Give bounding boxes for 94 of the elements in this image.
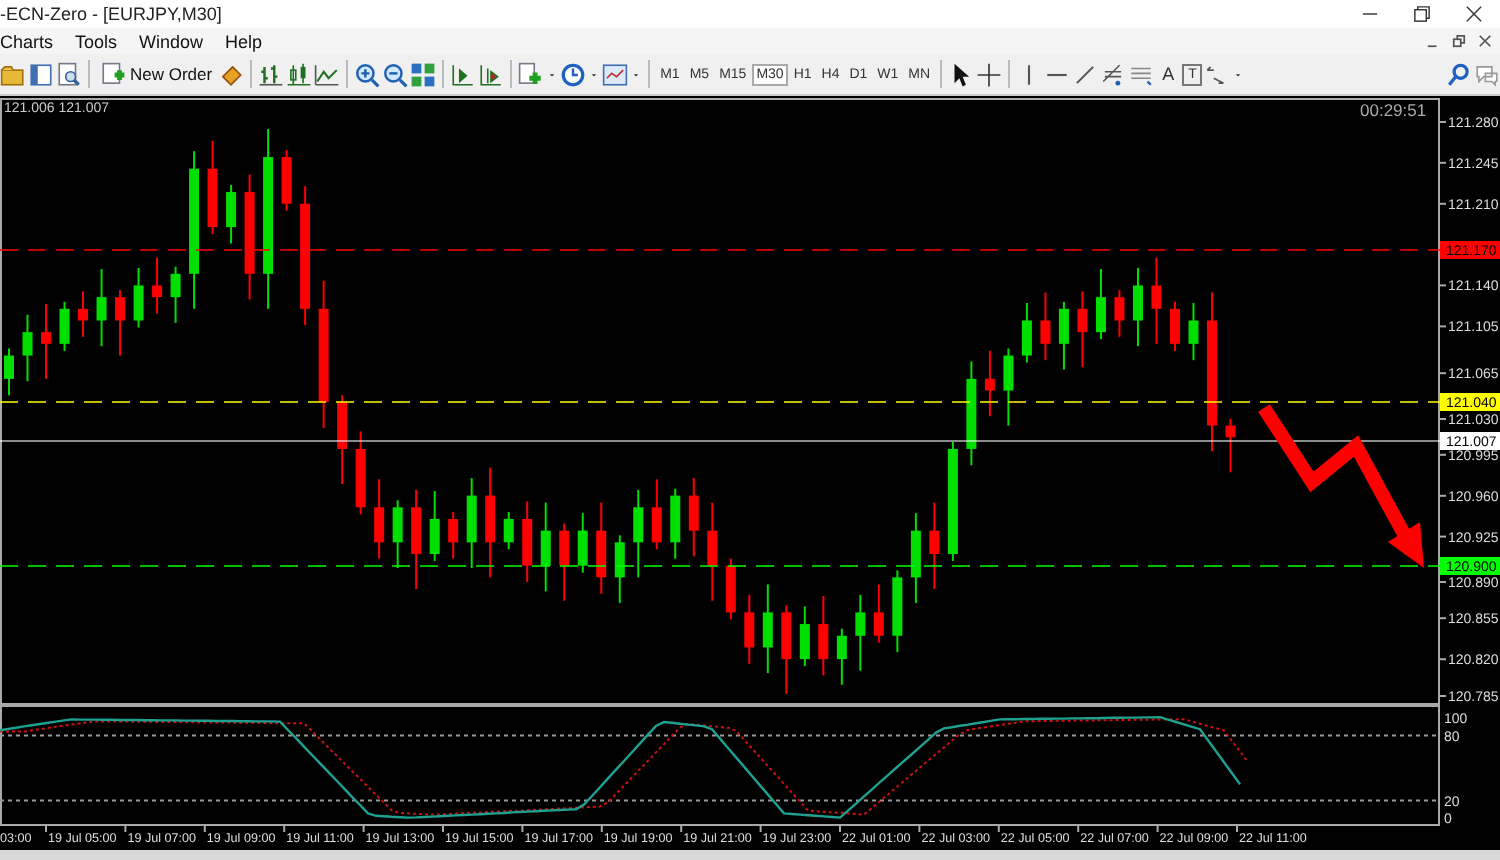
restore-icon[interactable] [1452,34,1466,48]
candlestick [577,512,588,574]
menu-item[interactable]: Tools [75,31,118,51]
countdown-timer: 00:29:51 [1360,100,1427,120]
candlestick-icon[interactable] [286,61,313,87]
candlestick [596,501,607,595]
chat-icon[interactable] [1474,61,1500,87]
candlestick [1077,290,1088,369]
candlestick [762,583,773,675]
candlestick [78,290,89,338]
search-icon[interactable] [1446,61,1472,87]
candlestick [614,534,625,605]
candlestick [947,440,958,562]
candlestick [466,477,477,569]
trend-line-icon[interactable] [1072,61,1099,87]
candlestick [966,360,977,467]
candlestick [522,500,533,584]
candlestick [392,499,403,569]
candlestick [633,488,644,579]
candlestick [22,313,33,383]
candlestick [1169,300,1180,352]
candlestick [707,501,718,602]
candlestick [337,394,348,485]
candlestick [133,266,144,329]
candlestick [4,347,14,397]
candlestick [1058,300,1069,371]
candlestick [1114,289,1125,338]
candlestick [170,265,181,324]
candlestick [300,185,311,327]
candlestick [910,512,921,605]
candlestick [152,256,163,315]
crosshair-icon[interactable] [976,61,1003,87]
window-icon[interactable] [28,61,54,87]
candlestick [651,478,662,551]
candlestick [1003,347,1014,427]
candlestick [1021,302,1032,364]
candlestick [485,466,496,579]
candlestick [1188,302,1199,362]
candlestick [744,593,755,665]
candlestick [41,303,51,380]
candlestick [873,583,884,644]
menu-item[interactable]: Charts [0,31,54,51]
candlestick [1040,291,1051,362]
candlestick [226,184,237,245]
menu-item[interactable]: Window [139,31,204,51]
candlestick [374,478,385,560]
auto-scroll-icon[interactable] [450,61,477,87]
close-icon[interactable] [1478,34,1492,48]
candlestick [781,604,792,696]
close-icon[interactable] [1464,4,1484,24]
candlestick [984,349,995,418]
candlestick [96,268,107,348]
window-title: -ECN-Zero - [EURJPY,M30] [0,4,222,24]
candlestick [688,477,699,558]
zoom-out-icon[interactable] [382,61,409,87]
candlestick [818,595,829,677]
candlestick [244,173,255,301]
candlestick [429,489,440,562]
candlestick [929,501,940,591]
candlestick [1225,417,1236,474]
folder-icon[interactable] [0,61,26,87]
menu-item[interactable]: Help [225,31,263,51]
candlestick [1151,256,1162,345]
candlestick [855,593,866,672]
candlestick [892,569,903,654]
chart-shift-icon[interactable] [478,61,505,87]
tile-windows-icon[interactable] [410,61,437,87]
line-chart-icon[interactable] [314,61,341,87]
candlestick [115,289,126,357]
candlestick [559,522,570,602]
candlestick [448,511,459,560]
candlestick [799,605,810,668]
candlestick [207,139,218,236]
add-document-icon [100,61,126,87]
new-order-button[interactable]: New Order [96,61,217,87]
candlestick [411,488,422,591]
add-indicator-icon[interactable] [518,61,545,87]
candlestick [540,501,551,593]
template-icon[interactable] [602,61,629,87]
candlestick [836,627,847,686]
candlestick [281,149,292,212]
clock-icon[interactable] [560,61,587,87]
candlestick [1132,266,1143,348]
candlestick [59,300,70,352]
candlestick [725,557,736,621]
candlestick [355,430,366,516]
candlestick [1095,268,1106,341]
restore-icon[interactable] [1412,4,1432,24]
magnifier-document-icon[interactable] [56,61,82,87]
zoom-in-icon[interactable] [354,61,381,87]
bar-chart-icon[interactable] [258,61,285,87]
text-tool[interactable]: A [1156,64,1181,84]
candlestick [670,487,681,560]
candlestick [503,511,514,551]
